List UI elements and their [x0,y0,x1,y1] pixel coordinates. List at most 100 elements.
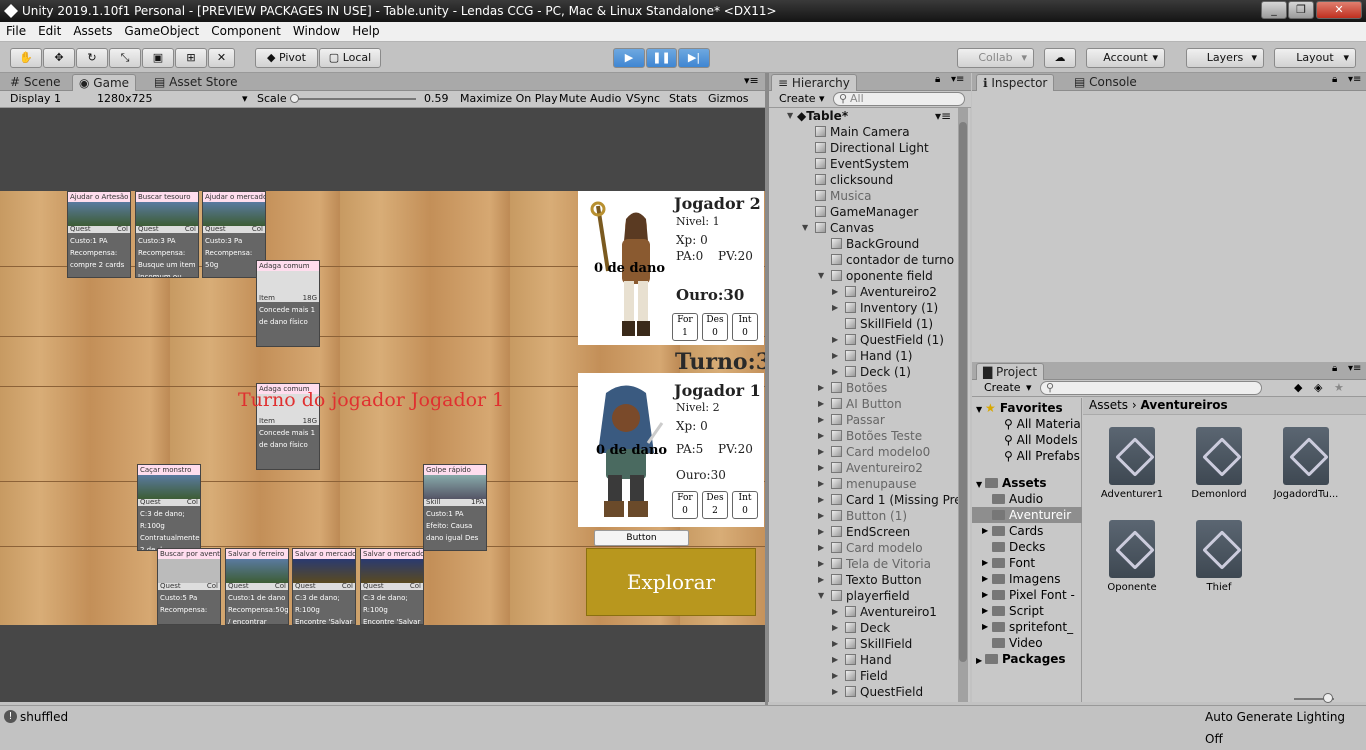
folder-item[interactable]: ▶ Script [972,603,1082,619]
hierarchy-create-dropdown[interactable]: Create [779,91,816,107]
lock-icon[interactable]: 🔒︎ [935,74,940,85]
menu-component[interactable]: Component [205,22,287,41]
asset-item[interactable]: Thief [1179,520,1259,593]
hand-card[interactable]: Salvar o mercador Quest Col C:3 de dano; R:… [360,548,424,625]
expand-arrow-icon[interactable]: ▶ [832,364,842,380]
cloud-button[interactable]: ☁ [1044,48,1076,68]
expand-arrow-icon[interactable]: ▶ [832,300,842,316]
card-item[interactable]: Adaga comum Item 18G Concede mais 1 de dano… [256,260,320,347]
resolution-dropdown[interactable]: 1280x725 [97,91,153,107]
folder-item[interactable]: ▶ Pixel Font - [972,587,1082,603]
lock-icon[interactable]: 🔒︎ [1332,74,1337,85]
filter-type-icon[interactable]: ◆ [1294,380,1302,396]
tab-inspector[interactable]: ℹ Inspector [976,74,1055,91]
expand-arrow-icon[interactable]: ▶ [832,284,842,300]
expand-arrow-icon[interactable]: ▶ [818,444,828,460]
tab-project[interactable]: ▇ Project [976,363,1045,380]
tab-scene[interactable]: # Scene [4,74,66,91]
hierarchy-item[interactable]: ▶ AI Button [818,396,902,412]
hierarchy-item[interactable]: ▶ Deck [832,620,890,636]
hierarchy-item[interactable]: ▶ Tela de Vitoria [818,556,931,572]
close-button[interactable]: ✕ [1316,1,1362,19]
tab-menu-icon[interactable]: ▾≡ [744,74,759,87]
asset-item[interactable]: JogadordTu... [1266,427,1346,500]
menu-window[interactable]: Window [287,22,346,41]
folder-item[interactable]: ▶ spritefont_ [972,619,1082,635]
step-button[interactable]: ▶| [678,48,710,68]
expand-arrow-icon[interactable]: ▶ [832,668,842,684]
tab-menu-icon[interactable]: ▾≡ [951,74,964,85]
rotate-tool-icon[interactable]: ↻ [76,48,108,68]
breadcrumb-current[interactable]: Aventureiros [1141,398,1228,412]
hierarchy-item[interactable]: ▶ QuestField (1) [832,332,944,348]
hierarchy-scrollbar[interactable] [958,108,968,702]
folder-item[interactable]: Decks [972,539,1082,555]
stats-toggle[interactable]: Stats [669,91,697,107]
hierarchy-item[interactable]: ▶ Field [832,668,888,684]
expand-arrow-icon[interactable]: ▶ [832,604,842,620]
hierarchy-item[interactable]: SkillField (1) [845,316,933,332]
hierarchy-item[interactable]: clicksound [815,172,893,188]
expand-arrow-icon[interactable]: ▶ [818,380,828,396]
status-message[interactable]: shuffled [20,706,68,728]
display-dropdown[interactable]: Display 1 [10,91,61,107]
hierarchy-item[interactable]: ▶ Inventory (1) [832,300,938,316]
pivot-button[interactable]: ◆ Pivot [255,48,318,68]
tab-hierarchy[interactable]: ≡ Hierarchy [771,74,857,91]
explore-button[interactable]: Explorar [586,548,756,616]
menu-assets[interactable]: Assets [67,22,118,41]
expand-arrow-icon[interactable]: ▶ [818,476,828,492]
hierarchy-item[interactable]: ▶ Aventureiro2 [832,284,937,300]
expand-arrow-icon[interactable]: ▶ [818,396,828,412]
play-button[interactable]: ▶ [613,48,645,68]
expand-arrow-icon[interactable]: ▶ [818,428,828,444]
hierarchy-item[interactable]: GameManager [815,204,918,220]
hierarchy-item[interactable]: EventSystem [815,156,909,172]
expand-arrow-icon[interactable]: ▶ [818,572,828,588]
folder-item[interactable]: ▶ Imagens [972,571,1082,587]
filter-label-icon[interactable]: ◈ [1314,380,1322,396]
hierarchy-item[interactable]: ▶ Card modelo0 [818,444,930,460]
favorite-item[interactable]: ⚲ All Materia [1004,416,1081,432]
hierarchy-item[interactable]: ▶ menupause [818,476,917,492]
maximize-button[interactable]: ❐ [1288,1,1314,19]
hierarchy-item[interactable]: ▶ QuestField [832,684,923,700]
hierarchy-item[interactable]: Main Camera [815,124,910,140]
collab-button[interactable]: Collab ▾ [957,48,1034,68]
hierarchy-item[interactable]: ▶ Hand (1) [832,348,912,364]
expand-arrow-icon[interactable]: ▶ [982,587,988,603]
expand-arrow-icon[interactable]: ▶ [982,619,988,635]
expand-arrow-icon[interactable]: ▶ [832,348,842,364]
hierarchy-item[interactable]: ▼ playerfield [818,588,910,604]
tab-game[interactable]: ◉ Game [72,74,137,91]
card-skill[interactable]: Golpe rápido Skill 1PA Custo:1 PA Efeito: C… [423,464,487,551]
star-icon[interactable]: ★ [1334,380,1344,396]
card-quest[interactable]: Caçar monstro Quest Col C:3 de dano; R:100g… [137,464,201,551]
tab-menu-icon[interactable]: ▾≡ [1348,74,1361,85]
card-quest[interactable]: Buscar tesouro Quest Col Custo:3 PA Recompe… [135,191,199,278]
hierarchy-item[interactable]: ▶ Botões [818,380,887,396]
layout-dropdown[interactable]: Layout ▾ [1274,48,1356,68]
lock-icon[interactable]: 🔒︎ [1332,363,1337,374]
scene-root[interactable]: ▼ ◆Table* ▾≡ [787,108,951,124]
collapse-arrow-icon[interactable]: ▼ [802,220,812,236]
expand-arrow-icon[interactable]: ▶ [832,332,842,348]
hierarchy-item[interactable]: ▶ Botões Teste [818,428,922,444]
hierarchy-item[interactable]: ▶ Deck (1) [832,364,911,380]
scrollbar-thumb[interactable] [959,122,967,662]
small-button[interactable]: Button [594,530,689,546]
expand-arrow-icon[interactable]: ▶ [832,652,842,668]
hierarchy-item[interactable]: Directional Light [815,140,929,156]
scale-tool-icon[interactable]: ⤡ [109,48,141,68]
breadcrumb-root[interactable]: Assets [1089,398,1128,412]
hierarchy-item[interactable]: Musica [815,188,872,204]
hierarchy-item[interactable]: ▶ Aventureiro2 [818,460,923,476]
card-quest[interactable]: Ajudar o Artesão Quest Col Custo:1 PA Recom… [67,191,131,278]
expand-arrow-icon[interactable]: ▶ [818,524,828,540]
scale-slider-handle[interactable] [290,94,299,103]
expand-arrow-icon[interactable]: ▶ [982,603,988,619]
hand-card[interactable]: Salvar o ferreiro Quest Col Custo:1 de dano… [225,548,289,625]
transform-tool-icon[interactable]: ⊞ [175,48,207,68]
collapse-arrow-icon[interactable]: ▼ [818,588,828,604]
hierarchy-item[interactable]: ▶ Card modelo [818,540,923,556]
